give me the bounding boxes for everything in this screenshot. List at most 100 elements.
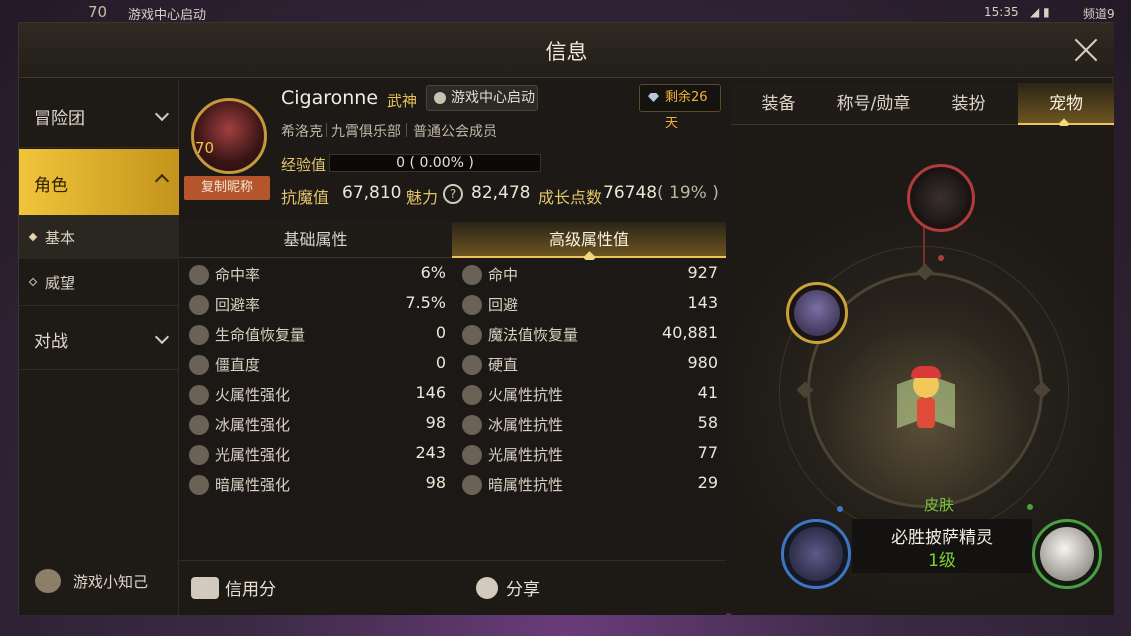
divider xyxy=(19,369,179,370)
attribute-value: 6% xyxy=(420,263,446,282)
skin-label[interactable]: 皮肤 xyxy=(924,494,954,515)
tab-titles-medals[interactable]: 称号/勋章 xyxy=(826,83,921,125)
charm-label: 魅力 xyxy=(406,188,439,207)
divider xyxy=(19,147,179,148)
attribute-value: 77 xyxy=(697,443,718,462)
character-name: Cigaronne xyxy=(281,87,379,109)
resist-label: 抗魔值 xyxy=(281,188,330,207)
attribute-name: 冰属性抗性 xyxy=(488,416,564,434)
signal-icon: ◢ ▮ xyxy=(1030,5,1050,19)
pet-hat xyxy=(911,366,941,378)
remaining-days-badge[interactable]: 剩余26天 xyxy=(639,84,721,131)
diamond-bullet-icon xyxy=(28,277,38,287)
sidebar: 冒险团 角色 基本 威望 对战 游戏小知己 xyxy=(19,79,179,615)
pet-body xyxy=(917,398,935,428)
tab-pet[interactable]: 宠物 xyxy=(1018,83,1114,125)
top-game-center-label: 游戏中心启动 xyxy=(128,8,207,23)
dodge-icon xyxy=(462,295,482,315)
sidebar-item-label: 威望 xyxy=(45,274,76,292)
dark-icon xyxy=(189,475,209,495)
pet-slot-top[interactable] xyxy=(907,164,975,232)
light-icon xyxy=(189,445,209,465)
sidebar-item-label: 角色 xyxy=(34,176,68,196)
growth-value: 76748 xyxy=(603,183,658,203)
pet-level: 1级 xyxy=(928,551,956,571)
attribute-name: 僵直度 xyxy=(215,356,261,374)
attribute-value: 146 xyxy=(415,383,446,402)
attribute-row: 回避率 7.5% xyxy=(179,290,452,320)
sidebar-subitem-prestige[interactable]: 威望 xyxy=(19,260,179,304)
clock: 15:35 xyxy=(984,5,1019,19)
game-tips-button[interactable]: 游戏小知己 xyxy=(31,567,176,597)
attribute-row: 命中率 6% xyxy=(179,260,452,290)
attribute-row: 暗属性抗性 29 xyxy=(452,470,726,500)
pet-slot-left[interactable] xyxy=(786,282,848,344)
attribute-value: 980 xyxy=(687,353,718,372)
tab-outfit[interactable]: 装扮 xyxy=(921,83,1016,125)
exp-bar: 0 ( 0.00% ) xyxy=(329,154,541,172)
attribute-value: 58 xyxy=(697,413,718,432)
window-title: 信息 xyxy=(545,40,588,64)
attribute-row: 回避 143 xyxy=(452,290,726,320)
ice-icon xyxy=(462,415,482,435)
status-bar: 70 游戏中心启动 15:35 ◢ ▮ 频道9 xyxy=(0,0,1131,23)
avatar xyxy=(191,98,267,174)
credit-label: 信用分 xyxy=(225,580,276,600)
game-center-icon xyxy=(434,92,446,104)
connector-dot xyxy=(837,506,843,512)
sidebar-item-adventure-group[interactable]: 冒险团 xyxy=(19,87,179,143)
attribute-value: 0 xyxy=(435,323,446,342)
stagger-icon xyxy=(462,355,482,375)
dark-orb-icon xyxy=(789,527,843,581)
divider xyxy=(19,305,179,306)
fire-icon xyxy=(189,385,209,405)
sidebar-item-battle[interactable]: 对战 xyxy=(19,310,179,366)
chevron-down-icon xyxy=(154,329,170,345)
ice-icon xyxy=(189,415,209,435)
tab-basic-attributes[interactable]: 基础属性 xyxy=(179,222,452,258)
resist-value: 67,810 xyxy=(342,183,402,203)
copy-nickname-button[interactable]: 复制昵称 xyxy=(184,176,270,200)
game-center-button[interactable]: 游戏中心启动 xyxy=(426,85,538,111)
attribute-name: 光属性抗性 xyxy=(488,446,564,464)
sidebar-item-label: 基本 xyxy=(45,229,76,247)
pet-sprite[interactable] xyxy=(893,364,959,446)
sidebar-item-character[interactable]: 角色 xyxy=(19,149,179,215)
heart-icon xyxy=(189,325,209,345)
attribute-value: 0 xyxy=(435,353,446,372)
attribute-value: 41 xyxy=(697,383,718,402)
tab-equipment[interactable]: 装备 xyxy=(731,83,826,125)
right-tab-bar: 装备 称号/勋章 装扮 宠物 xyxy=(731,83,1114,125)
attribute-row: 光属性抗性 77 xyxy=(452,440,726,470)
attribute-row: 生命值恢复量 0 xyxy=(179,320,452,350)
attribute-name: 光属性强化 xyxy=(215,446,291,464)
growth-percent: ( 19% ) xyxy=(657,183,719,203)
sidebar-subitem-basic[interactable]: 基本 xyxy=(19,215,179,259)
fire-icon xyxy=(462,385,482,405)
chevron-down-icon xyxy=(154,106,170,122)
attribute-row: 硬直 980 xyxy=(452,350,726,380)
attribute-name: 命中率 xyxy=(215,266,261,284)
close-icon[interactable] xyxy=(1071,35,1101,65)
mascot-icon xyxy=(35,569,61,593)
attribute-row: 光属性强化 243 xyxy=(179,440,452,470)
mana-icon xyxy=(462,325,482,345)
top-level: 70 xyxy=(88,3,108,21)
attribute-name: 回避 xyxy=(488,296,519,314)
attribute-value: 40,881 xyxy=(662,323,718,342)
pet-slot-bottom-right[interactable] xyxy=(1032,519,1102,589)
help-icon[interactable]: ? xyxy=(443,184,463,204)
attribute-name: 火属性强化 xyxy=(215,386,291,404)
club-name: 九霄俱乐部 xyxy=(331,124,401,140)
attribute-row: 火属性抗性 41 xyxy=(452,380,726,410)
demon-pet-icon xyxy=(794,290,840,336)
share-icon xyxy=(476,577,498,599)
attribute-row: 魔法值恢复量 40,881 xyxy=(452,320,726,350)
pet-slot-bottom-left[interactable] xyxy=(781,519,851,589)
attribute-row: 冰属性强化 98 xyxy=(179,410,452,440)
stun-icon xyxy=(189,355,209,375)
attribute-list: 命中率 6% 回避率 7.5% 生命值恢复量 0 僵直度 0 火属性强化 146 冰属性强… xyxy=(179,260,726,560)
info-window: 信息 冒险团 角色 基本 威望 对战 游戏小知己 70 复制昵称 Cigaron… xyxy=(18,22,1114,615)
attribute-name: 生命值恢复量 xyxy=(215,326,306,344)
exp-label: 经验值 xyxy=(281,156,327,174)
